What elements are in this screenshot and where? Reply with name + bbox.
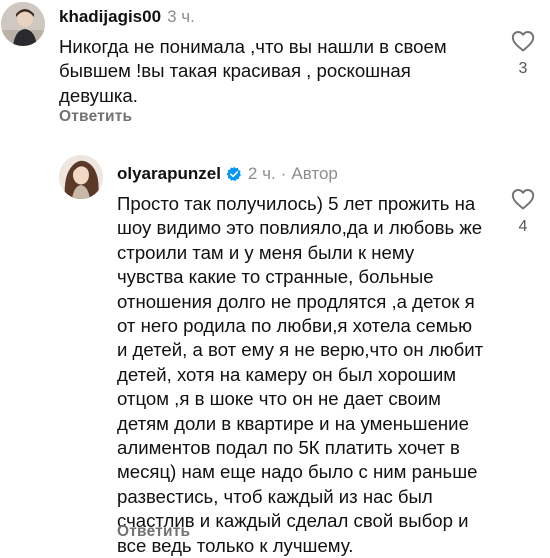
- author-badge: Автор: [291, 164, 338, 183]
- reply-button[interactable]: Ответить: [117, 523, 190, 541]
- verified-badge-icon: [226, 166, 241, 182]
- comment-text-line: Никогда не понимала ,что вы нашли в свое…: [59, 36, 447, 57]
- comment-text-line: от него родила по любви,я хотела семью: [117, 315, 473, 337]
- like-count: 3: [518, 60, 528, 77]
- comment-text-line: девушка.: [59, 84, 138, 106]
- comment-text: Никогда не понимала ,что вы нашли в свое…: [59, 35, 499, 108]
- reply-button[interactable]: Ответить: [59, 108, 132, 126]
- comment-text-line: чувства какие то странные, больные: [117, 266, 434, 288]
- comment-text: Просто так получилось) 5 лет прожить на …: [117, 192, 507, 558]
- comment-text-line: детей, хотя на камеру он был хорошим: [117, 363, 457, 385]
- heart-outline-icon[interactable]: [511, 30, 535, 52]
- avatar-photo-icon: [59, 155, 103, 199]
- separator: ·: [280, 164, 287, 183]
- heart-outline-icon[interactable]: [511, 188, 535, 210]
- timestamp: 3 ч.: [167, 7, 195, 26]
- comment-text-line: и детей, а вот ему я не верю,что он люби…: [117, 339, 484, 361]
- comment-text-line: шоу видимо это повлияло,да и любовь же: [117, 217, 483, 239]
- comment-header: khadijagis00 3 ч.: [59, 7, 195, 27]
- comment-text-line: строили там и у меня были к нему: [117, 241, 415, 263]
- like-count: 4: [518, 218, 528, 235]
- comment-text-line: детям доли в квартире и на уменьшение: [117, 412, 469, 434]
- comment-text-line: отцом ,я в шоке что он не дает своим: [117, 388, 441, 410]
- comment-text-line: Просто так получилось) 5 лет прожить на: [117, 193, 476, 214]
- comment-text-line: бывшем !вы такая красивая , роскошная: [59, 60, 411, 82]
- comment-text-line: алиментов подал по 5К платить хочет в: [117, 437, 460, 459]
- avatar[interactable]: [1, 2, 45, 46]
- comment-text-line: месяц) нам еще надо было с ним раньше: [117, 461, 478, 483]
- avatar-photo-icon: [1, 2, 45, 46]
- comment-text-line: отношения долго не продлятся ,а деток я: [117, 290, 475, 312]
- username[interactable]: khadijagis00: [59, 7, 161, 26]
- comment-text-line: развестись, чтоб каждый из нас был: [117, 485, 433, 507]
- username[interactable]: olyarapunzel: [117, 164, 221, 183]
- timestamp: 2 ч.: [247, 164, 276, 183]
- comment-header: olyarapunzel 2 ч. · Автор: [117, 164, 338, 184]
- avatar[interactable]: [59, 155, 103, 199]
